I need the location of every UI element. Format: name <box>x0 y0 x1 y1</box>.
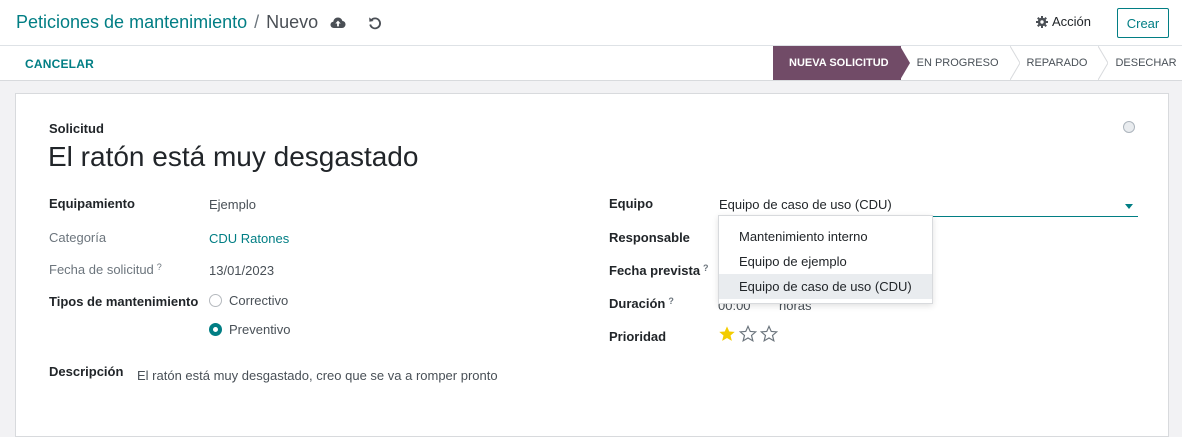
create-button[interactable]: Crear <box>1117 8 1169 38</box>
dropdown-option-internal[interactable]: Mantenimiento interno <box>719 224 932 249</box>
request-date-label-text: Fecha de solicitud <box>49 262 154 277</box>
maintenance-type-label: Tipos de mantenimiento <box>49 294 199 309</box>
priority-label: Prioridad <box>609 329 667 344</box>
stage-nueva-solicitud[interactable]: NUEVA SOLICITUD <box>773 46 910 80</box>
breadcrumb-separator: / <box>254 12 260 32</box>
stage-desechar[interactable]: DESECHAR <box>1099 46 1182 80</box>
kanban-state-circle-icon[interactable] <box>1123 121 1135 133</box>
radio-corrective[interactable]: Correctivo <box>209 293 288 308</box>
stage-label: EN PROGRESO <box>916 57 999 69</box>
caret-down-icon <box>1125 204 1133 209</box>
team-label: Equipo <box>609 196 654 211</box>
scheduled-date-label: Fecha prevista? <box>609 263 709 278</box>
cancel-button[interactable]: CANCELAR <box>25 57 94 71</box>
duration-label: Duración? <box>609 296 674 311</box>
request-date-label: Fecha de solicitud? <box>49 262 162 277</box>
description-field[interactable]: El ratón está muy desgastado, creo que s… <box>137 368 498 383</box>
radio-preventive[interactable]: Preventivo <box>209 322 290 337</box>
action-label: Acción <box>1052 14 1092 29</box>
priority-widget[interactable] <box>718 325 778 343</box>
equipment-field[interactable]: Ejemplo <box>209 197 256 212</box>
team-select[interactable]: Equipo de caso de uso (CDU) <box>718 194 1138 217</box>
action-menu-button[interactable]: Acción <box>1036 14 1091 29</box>
cloud-upload-icon <box>330 17 346 28</box>
category-link[interactable]: CDU Ratones <box>209 231 289 246</box>
stage-label: REPARADO <box>1026 57 1088 69</box>
stage-reparado[interactable]: REPARADO <box>1010 46 1109 80</box>
stage-en-progreso[interactable]: EN PROGRESO <box>900 46 1020 80</box>
discard-button[interactable] <box>365 13 385 33</box>
request-title[interactable]: El ratón está muy desgastado <box>48 141 418 173</box>
equipment-label: Equipamiento <box>49 196 135 211</box>
stage-label: DESECHAR <box>1115 57 1177 69</box>
radio-unchecked-icon <box>209 294 222 307</box>
help-icon[interactable]: ? <box>703 263 709 273</box>
duration-label-text: Duración <box>609 296 666 311</box>
breadcrumb-parent-link[interactable]: Peticiones de mantenimiento <box>16 12 247 33</box>
stage-label: NUEVA SOLICITUD <box>789 57 889 69</box>
category-label: Categoría <box>49 230 107 245</box>
breadcrumb: Peticiones de mantenimiento / Nuevo <box>16 12 318 33</box>
dropdown-option-example[interactable]: Equipo de ejemplo <box>719 249 932 274</box>
star-empty-icon[interactable] <box>739 325 757 343</box>
responsible-label: Responsable <box>609 230 690 245</box>
scheduled-date-label-text: Fecha prevista <box>609 263 701 278</box>
undo-icon <box>369 17 381 30</box>
dropdown-option-cdu[interactable]: Equipo de caso de uso (CDU) <box>719 274 932 299</box>
team-dropdown: Mantenimiento interno Equipo de ejemplo … <box>718 215 933 304</box>
request-date-value: 13/01/2023 <box>209 263 275 278</box>
help-icon[interactable]: ? <box>668 296 674 306</box>
radio-checked-icon <box>209 323 222 336</box>
status-bar: NUEVA SOLICITUD EN PROGRESO REPARADO DES… <box>773 46 1182 80</box>
star-empty-icon[interactable] <box>760 325 778 343</box>
gear-icon <box>1036 15 1048 28</box>
control-panel: Peticiones de mantenimiento / Nuevo Acci… <box>0 0 1182 81</box>
breadcrumb-current: Nuevo <box>266 12 319 32</box>
help-icon[interactable]: ? <box>157 262 162 272</box>
form-sheet: Solicitud El ratón está muy desgastado E… <box>15 93 1169 437</box>
radio-label: Correctivo <box>229 293 289 308</box>
team-select-value: Equipo de caso de uso (CDU) <box>719 197 892 212</box>
description-label: Descripción <box>49 364 124 379</box>
radio-label: Preventivo <box>229 322 291 337</box>
save-button[interactable] <box>328 13 348 33</box>
star-filled-icon[interactable] <box>718 325 736 343</box>
section-label: Solicitud <box>49 121 104 136</box>
